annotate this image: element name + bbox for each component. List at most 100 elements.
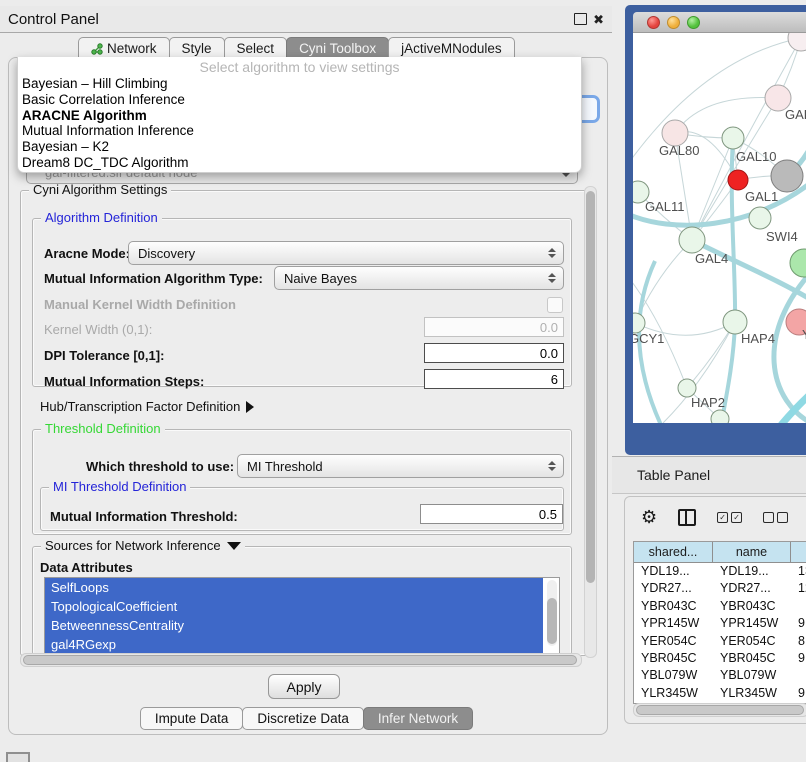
hub-definition-toggle[interactable]: Hub/Transcription Factor Definition xyxy=(40,399,254,414)
algorithm-placeholder: Select algorithm to view settings xyxy=(18,57,581,76)
mi-steps-input[interactable] xyxy=(424,369,564,389)
mi-threshold-input[interactable] xyxy=(420,504,563,524)
network-node-gcy1[interactable] xyxy=(633,313,645,333)
node-attribute-table: shared...nameA YDL19...YDL19...13YDR27..… xyxy=(633,541,806,704)
table-cell: YDL19... xyxy=(713,563,791,580)
tab-infer-network[interactable]: Infer Network xyxy=(363,707,473,730)
network-node-gal1[interactable] xyxy=(728,170,748,190)
table-cell: YLR345W xyxy=(634,685,713,702)
group-title: MI Threshold Definition xyxy=(49,479,190,494)
table-row[interactable]: YDR27...YDR27...12 xyxy=(634,580,806,597)
mi-type-label: Mutual Information Algorithm Type: xyxy=(44,271,263,286)
tab-jactivemnodules[interactable]: jActiveMNodules xyxy=(388,37,515,59)
sources-title: Sources for Network Inference xyxy=(45,538,221,553)
table-cell: YBR043C xyxy=(713,598,791,615)
tab-style[interactable]: Style xyxy=(169,37,225,59)
column-header[interactable]: name xyxy=(713,542,791,563)
which-threshold-combobox[interactable]: MI Threshold xyxy=(237,454,564,478)
algorithm-option[interactable]: Mutual Information Inference xyxy=(18,123,581,139)
network-node-gal4[interactable] xyxy=(679,227,705,253)
table-row[interactable]: YLR345WYLR345W9. xyxy=(634,685,806,702)
hub-definition-label: Hub/Transcription Factor Definition xyxy=(40,399,240,414)
table-row[interactable]: YBR045CYBR045C9. xyxy=(634,650,806,667)
table-cell: 8. xyxy=(791,633,806,650)
data-attributes-list[interactable]: SelfLoopsTopologicalCoefficientBetweenne… xyxy=(44,577,560,655)
network-canvas[interactable]: GALGAL80GAL10GAL1GAL11SWI4GAL4GCY1HAP4YH… xyxy=(633,33,806,423)
minimize-traffic-light-icon[interactable] xyxy=(667,16,680,29)
minimized-panel-icon[interactable] xyxy=(6,752,30,762)
dpi-tolerance-input[interactable] xyxy=(424,343,564,363)
node-label: GAL11 xyxy=(645,199,685,214)
checked-pair-icon[interactable]: ✓✓ xyxy=(717,512,742,523)
table-row[interactable]: YPR145WYPR145W9. xyxy=(634,615,806,632)
network-window-titlebar[interactable] xyxy=(633,12,806,33)
node-label: GAL80 xyxy=(659,143,699,158)
table-cell: YDR27... xyxy=(634,580,713,597)
algorithm-option[interactable]: Bayesian – Hill Climbing xyxy=(18,76,581,92)
algorithm-option[interactable]: Bayesian – K2 xyxy=(18,139,581,155)
data-attribute-item[interactable]: gal4RGexp xyxy=(45,635,543,654)
table-panel: ⚙ ✓✓ shared...nameA YDL19...YDL19...13YD… xyxy=(624,496,806,724)
algorithm-option[interactable]: Dream8 DC_TDC Algorithm xyxy=(18,155,581,171)
table-cell: YER054C xyxy=(634,633,713,650)
table-cell: YPR145W xyxy=(713,615,791,632)
algorithm-option[interactable]: Basic Correlation Inference xyxy=(18,92,581,108)
table-row[interactable]: YBL079WYBL079W xyxy=(634,667,806,684)
gear-icon[interactable]: ⚙ xyxy=(641,508,657,526)
close-icon[interactable]: ✖ xyxy=(593,13,604,26)
tab-network[interactable]: Network xyxy=(78,37,170,59)
network-node[interactable] xyxy=(771,160,803,192)
mi-algorithm-type-combobox[interactable]: Naive Bayes xyxy=(274,266,564,290)
table-horizontal-scrollbar[interactable] xyxy=(633,703,806,717)
node-label: GCY1 xyxy=(633,331,664,346)
tab-impute-data[interactable]: Impute Data xyxy=(140,707,244,730)
network-node[interactable] xyxy=(788,33,806,51)
data-attribute-item[interactable]: TopologicalCoefficient xyxy=(45,597,543,616)
network-node-swi4[interactable] xyxy=(749,207,771,229)
network-node-gal10[interactable] xyxy=(722,127,744,149)
tab-select[interactable]: Select xyxy=(224,37,288,59)
zoom-traffic-light-icon[interactable] xyxy=(687,16,700,29)
settings-vertical-scrollbar[interactable] xyxy=(584,186,597,658)
table-cell: 9. xyxy=(791,615,806,632)
split-columns-icon[interactable] xyxy=(678,509,696,526)
network-node[interactable] xyxy=(790,249,806,277)
table-cell: 9. xyxy=(791,650,806,667)
table-cell xyxy=(791,667,806,684)
network-edge xyxy=(635,240,692,323)
tab-label: jActiveMNodules xyxy=(401,41,502,56)
node-label: GAL xyxy=(785,107,806,122)
table-row[interactable]: YBR043CYBR043C xyxy=(634,598,806,615)
table-cell: 13 xyxy=(791,563,806,580)
settings-horizontal-scrollbar[interactable] xyxy=(20,653,582,667)
tab-cyni-toolbox[interactable]: Cyni Toolbox xyxy=(286,37,389,59)
aracne-mode-combobox[interactable]: Discovery xyxy=(128,241,564,265)
tab-label: Cyni Toolbox xyxy=(299,41,376,56)
network-edge xyxy=(692,38,801,240)
expand-right-icon xyxy=(246,401,254,413)
column-header[interactable]: shared... xyxy=(634,542,713,563)
float-window-icon[interactable] xyxy=(574,13,587,25)
table-row[interactable]: YDL19...YDL19...13 xyxy=(634,563,806,580)
data-attribute-item[interactable]: BetweennessCentrality xyxy=(45,616,543,635)
list-scrollbar[interactable] xyxy=(547,580,557,646)
group-title: Sources for Network Inference xyxy=(41,538,245,553)
which-threshold-value: MI Threshold xyxy=(247,459,323,474)
kernel-width-input[interactable] xyxy=(424,317,564,337)
node-label: SWI4 xyxy=(766,229,798,244)
column-header[interactable]: A xyxy=(791,542,806,563)
manual-kernel-checkbox[interactable] xyxy=(547,297,563,313)
tab-label: Style xyxy=(182,41,212,56)
node-label: HAP4 xyxy=(741,331,775,346)
data-attribute-item[interactable]: SelfLoops xyxy=(45,578,543,597)
tab-discretize-data[interactable]: Discretize Data xyxy=(242,707,364,730)
unchecked-pair-icon[interactable] xyxy=(763,512,788,523)
apply-button[interactable]: Apply xyxy=(268,674,340,699)
close-traffic-light-icon[interactable] xyxy=(647,16,660,29)
cyni-bottom-tab-bar: Impute Data Discretize Data Infer Networ… xyxy=(0,707,612,730)
table-row[interactable]: YER054CYER054C8. xyxy=(634,633,806,650)
node-label: Y xyxy=(802,327,806,342)
manual-kernel-label: Manual Kernel Width Definition xyxy=(44,297,236,312)
network-node[interactable] xyxy=(711,410,729,423)
algorithm-option[interactable]: ARACNE Algorithm xyxy=(18,108,581,124)
